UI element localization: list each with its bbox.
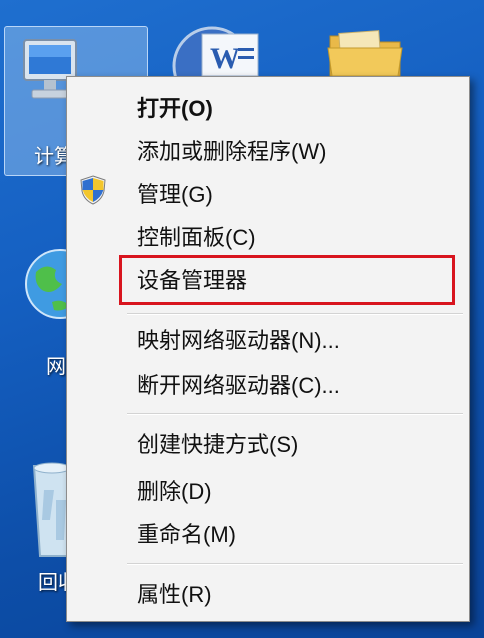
menu-item-create-shortcut[interactable]: 创建快捷方式(S) (67, 421, 469, 463)
menu-item-label: 控制面板(C) (137, 225, 256, 250)
menu-item-label: 删除(D) (137, 479, 212, 504)
menu-item-label: 断开网络驱动器(C)... (137, 373, 340, 398)
menu-item-label: 属性(R) (137, 582, 212, 607)
menu-separator (127, 563, 463, 565)
menu-item-disconnect-network-drive[interactable]: 断开网络驱动器(C)... (67, 362, 469, 404)
menu-item-control-panel[interactable]: 控制面板(C) (67, 214, 469, 256)
menu-item-add-remove-programs[interactable]: 添加或删除程序(W) (67, 128, 469, 170)
uac-shield-icon (79, 175, 107, 210)
menu-separator (127, 313, 463, 315)
menu-item-open[interactable]: 打开(O) (67, 85, 469, 127)
menu-item-label: 创建快捷方式(S) (137, 432, 299, 457)
menu-separator (127, 413, 463, 415)
recycle-bin-icon[interactable] (30, 460, 71, 565)
menu-item-map-network-drive[interactable]: 映射网络驱动器(N)... (67, 317, 469, 359)
menu-item-rename[interactable]: 重命名(M) (67, 511, 469, 553)
menu-item-label: 打开(O) (137, 96, 213, 121)
menu-item-manage[interactable]: 管理(G) (67, 171, 469, 213)
menu-item-label: 重命名(M) (137, 522, 236, 547)
menu-item-label: 管理(G) (137, 182, 213, 207)
menu-item-label: 映射网络驱动器(N)... (137, 328, 340, 353)
folder-icon[interactable] (326, 30, 406, 81)
svg-text:W: W (210, 42, 240, 75)
network-icon[interactable] (22, 246, 95, 327)
highlight-box (119, 255, 455, 305)
menu-item-delete[interactable]: 删除(D) (67, 468, 469, 510)
menu-item-label: 添加或删除程序(W) (137, 139, 327, 164)
context-menu: 打开(O) 添加或删除程序(W) 管理(G) 控制面板(C) 设备管理器 映射网… (66, 76, 470, 622)
word-document-icon[interactable]: W (172, 26, 262, 106)
menu-item-properties[interactable]: 属性(R) (67, 571, 469, 613)
